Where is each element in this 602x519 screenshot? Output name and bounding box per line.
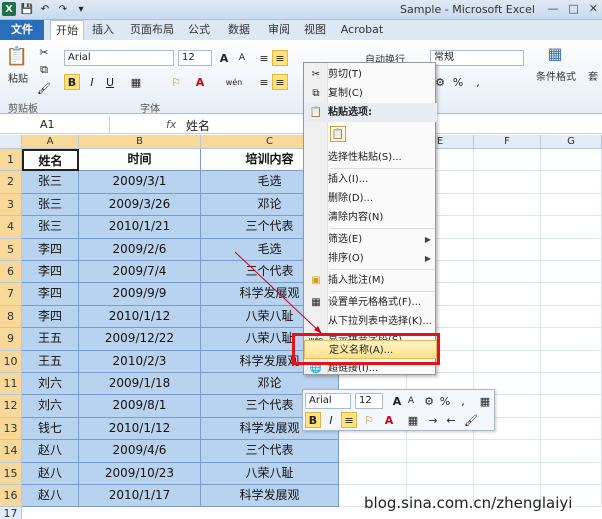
mini-percent-button[interactable]: % <box>437 393 453 409</box>
mini-toolbar: Arial 12 A A ⚙ % , ▦ B I ≡ ⚐ A ▦ → ← 🖌 <box>302 389 495 431</box>
watermark: blog.sina.com.cn/zhenglaiyi <box>364 494 573 512</box>
mini-decrease-decimal-icon[interactable]: → <box>425 412 441 428</box>
mini-fill-color-icon[interactable]: ⚐ <box>361 412 377 428</box>
mini-font-select[interactable]: Arial <box>305 393 351 409</box>
mini-format-painter-icon[interactable]: ▦ <box>477 393 493 409</box>
mini-italic-button[interactable]: I <box>323 412 339 428</box>
mini-currency-icon[interactable]: ⚙ <box>421 393 437 409</box>
mini-borders-icon[interactable]: ▦ <box>405 412 421 428</box>
mini-size-select[interactable]: 12 <box>355 393 383 409</box>
mini-increase-decimal-icon[interactable]: ← <box>443 412 459 428</box>
mini-comma-button[interactable]: , <box>455 393 471 409</box>
mini-font-color-button[interactable]: A <box>381 412 397 428</box>
mini-shrink-font-icon[interactable]: A <box>403 393 419 409</box>
mini-format-painter-brush-icon[interactable]: 🖌 <box>463 412 479 428</box>
mini-bold-button[interactable]: B <box>305 412 321 428</box>
annotation-arrow <box>234 251 323 335</box>
mini-center-icon[interactable]: ≡ <box>341 412 357 428</box>
